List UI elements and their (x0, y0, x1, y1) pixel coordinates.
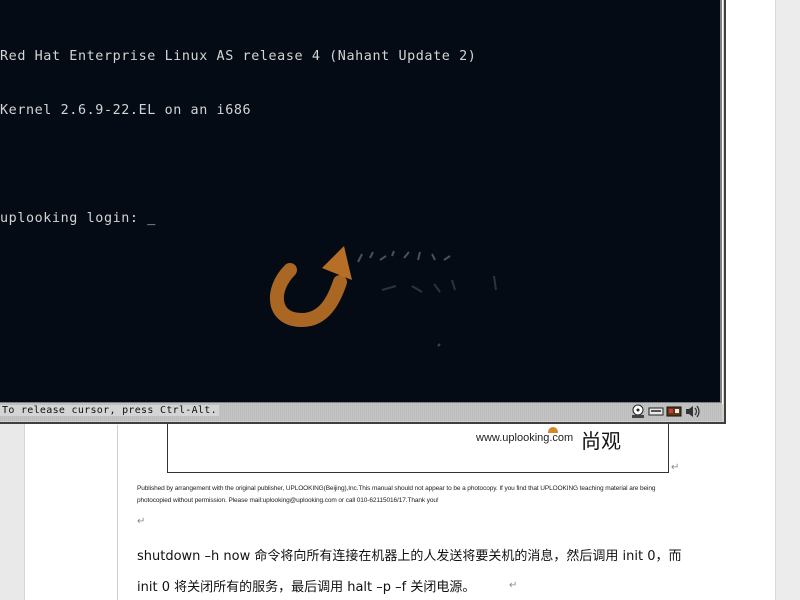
vm-console-screen[interactable]: Red Hat Enterprise Linux AS release 4 (N… (0, 0, 720, 402)
vm-console-window: Red Hat Enterprise Linux AS release 4 (N… (0, 0, 726, 424)
copyright-notice-line-2: photocopied without permission. Please m… (137, 497, 439, 504)
watermark-logo-icon (269, 246, 497, 347)
vm-console-frame: Red Hat Enterprise Linux AS release 4 (N… (0, 0, 723, 404)
document-right-gutter (775, 0, 800, 600)
body-text-line-2: init 0 将关闭所有的服务，最后调用 halt –p –f 关闭电源。 (137, 580, 476, 595)
console-line-kernel: Kernel 2.6.9-22.EL on an i686 (0, 103, 252, 118)
document-margin-line (117, 425, 118, 600)
text-cursor: _ (147, 211, 156, 226)
hard-disk-icon[interactable] (630, 404, 646, 419)
figure-url-text: www.uplooking.com (476, 432, 574, 444)
device-tray (630, 404, 700, 419)
network-icon[interactable] (648, 404, 664, 419)
console-output: Red Hat Enterprise Linux AS release 4 (N… (0, 12, 476, 264)
speaker-icon[interactable] (684, 404, 700, 419)
paragraph-mark-icon: ↵ (137, 516, 146, 527)
copyright-notice-line-1: Published by arrangement with the origin… (137, 485, 656, 492)
body-text-line-1: shutdown –h now 命令将向所有连接在机器上的人发送将要关机的消息，… (137, 549, 682, 564)
console-line-release: Red Hat Enterprise Linux AS release 4 (N… (0, 49, 477, 64)
console-login-line[interactable]: uplooking login: _ (0, 210, 476, 228)
login-prompt: uplooking login: (0, 211, 148, 226)
paragraph-mark-icon: ↵ (509, 580, 518, 591)
status-message: To release cursor, press Ctrl-Alt. (0, 405, 219, 416)
vm-status-bar: To release cursor, press Ctrl-Alt. (0, 403, 722, 421)
sound-card-icon[interactable] (666, 404, 682, 419)
figure-logo-text: 尚观 (581, 429, 621, 453)
paragraph-mark-icon: ↵ (671, 462, 680, 473)
